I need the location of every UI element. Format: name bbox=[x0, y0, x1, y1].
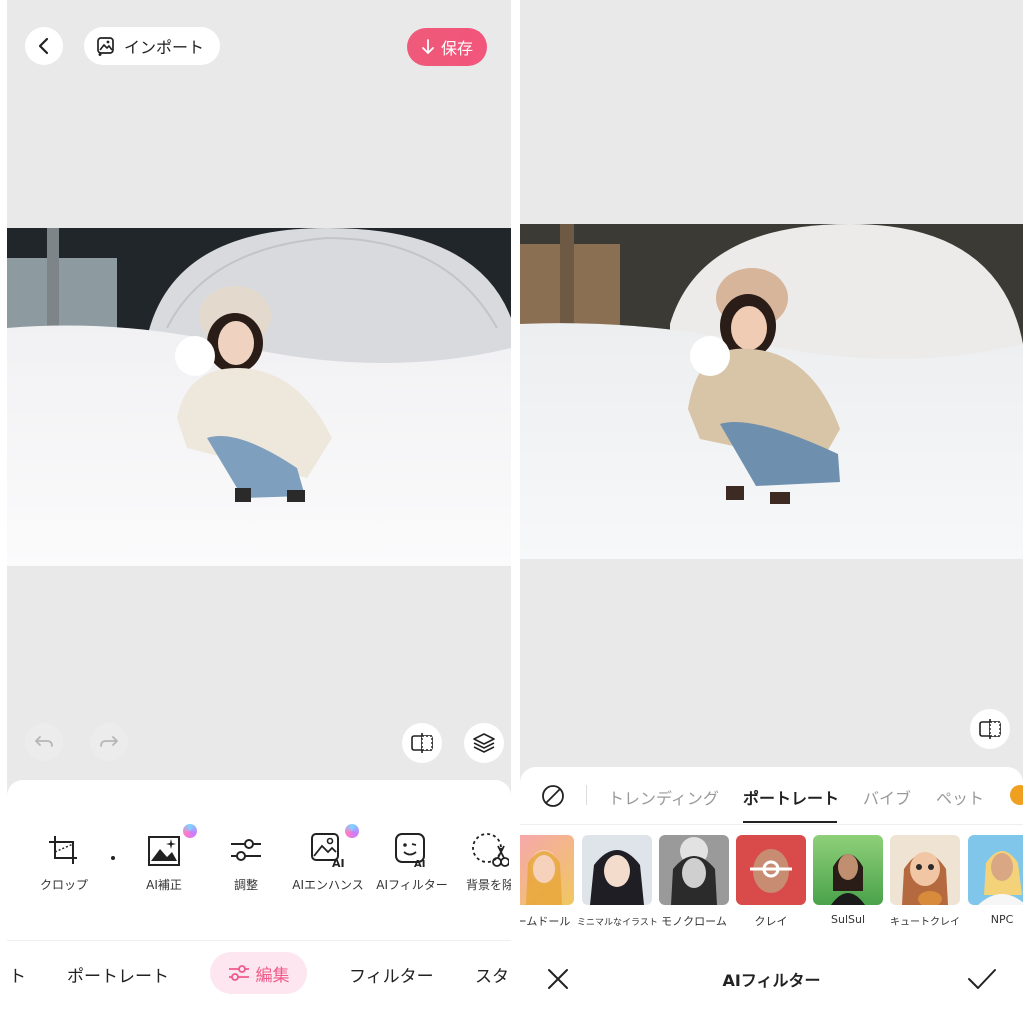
compare-icon bbox=[411, 733, 433, 753]
tab-edit[interactable]: 編集 bbox=[210, 952, 307, 994]
divider bbox=[586, 785, 587, 805]
redo-button[interactable] bbox=[90, 723, 128, 761]
tool-adjust[interactable]: 調整 bbox=[201, 830, 291, 893]
undo-button[interactable] bbox=[25, 723, 63, 761]
premium-badge-icon bbox=[345, 824, 359, 838]
filter-label: NPC bbox=[990, 913, 1014, 926]
save-label: 保存 bbox=[441, 39, 474, 58]
chevron-left-icon bbox=[38, 37, 49, 55]
mono-portrait-icon bbox=[671, 837, 717, 905]
category-tabs: トレンディング ポートレート バイブ ペット bbox=[520, 767, 1023, 823]
tool-strip: クロップ AI補正 調整 AI AIエンハンス AI AIフィルター 背景を除 bbox=[7, 824, 511, 900]
filtered-photo bbox=[520, 224, 1023, 559]
filter-thumb-cute-clay[interactable] bbox=[890, 835, 960, 905]
category-vibe[interactable]: バイブ bbox=[863, 785, 911, 809]
filter-thumb-minimal-illust[interactable] bbox=[582, 835, 652, 905]
layers-button[interactable] bbox=[464, 723, 504, 763]
tool-label: 背景を除 bbox=[465, 878, 511, 892]
image-ai-icon: AI bbox=[311, 833, 345, 868]
tool-ai-correction[interactable]: AI補正 bbox=[119, 824, 209, 893]
svg-text:AI: AI bbox=[332, 857, 345, 868]
filter-thumb-clay[interactable] bbox=[736, 835, 806, 905]
cut-background-icon bbox=[472, 833, 509, 867]
npc-portrait-icon bbox=[978, 851, 1023, 905]
filter-thumb-npc[interactable] bbox=[968, 835, 1023, 905]
edit-tools-sheet: クロップ AI補正 調整 AI AIエンハンス AI AIフィルター 背景を除 … bbox=[7, 780, 511, 1022]
filter-label: SulSul bbox=[830, 913, 866, 926]
redo-icon bbox=[100, 736, 119, 747]
filter-label: ミニマルなイラスト bbox=[577, 918, 658, 928]
mode-tabs: ト ポートレート 編集 フィルター スタ bbox=[7, 952, 511, 996]
image-sparkle-icon bbox=[148, 836, 180, 866]
tab-filter[interactable]: フィルター bbox=[349, 962, 434, 987]
apply-button[interactable] bbox=[967, 967, 997, 995]
active-category-indicator bbox=[743, 821, 837, 823]
svg-text:AI: AI bbox=[414, 859, 425, 868]
save-button[interactable]: 保存 bbox=[407, 28, 488, 66]
undo-icon bbox=[34, 736, 53, 747]
divider bbox=[7, 940, 511, 941]
compare-button[interactable] bbox=[970, 709, 1010, 749]
tool-label: AIフィルター bbox=[376, 878, 448, 892]
anime-portrait-icon bbox=[590, 850, 644, 905]
sliders-icon bbox=[228, 965, 249, 981]
cute-clay-portrait-icon bbox=[902, 852, 948, 905]
download-arrow-icon bbox=[422, 39, 434, 55]
import-image-icon bbox=[97, 37, 114, 56]
premium-badge-icon bbox=[183, 824, 197, 838]
compare-icon bbox=[979, 719, 1001, 739]
crop-icon bbox=[49, 836, 77, 864]
category-portrait[interactable]: ポートレート bbox=[743, 785, 839, 809]
category-more-icon[interactable] bbox=[1010, 785, 1023, 805]
no-filter-button[interactable] bbox=[540, 783, 566, 813]
tool-crop[interactable]: クロップ bbox=[19, 830, 109, 893]
tool-ai-enhance[interactable]: AI AIエンハンス bbox=[283, 824, 373, 893]
check-icon bbox=[968, 969, 996, 989]
layers-icon bbox=[473, 733, 495, 753]
clay-portrait-icon bbox=[750, 849, 792, 893]
filter-thumb-monochrome[interactable] bbox=[659, 835, 729, 905]
edited-photo bbox=[7, 228, 511, 566]
tab-partial[interactable]: ト bbox=[9, 962, 26, 987]
filter-label: モノクローム bbox=[661, 915, 727, 928]
tool-label: AI補正 bbox=[146, 878, 182, 892]
back-button[interactable] bbox=[25, 27, 63, 65]
filter-thumb-dream-doll[interactable] bbox=[520, 835, 574, 905]
filter-thumbnails: ームドール ミニマルなイラスト モノクローム クレイ SulSul キュートクレ… bbox=[520, 835, 1023, 935]
sims-portrait-icon bbox=[831, 854, 865, 905]
none-icon bbox=[542, 785, 564, 807]
tab-style-partial[interactable]: スタ bbox=[475, 962, 509, 987]
import-button[interactable]: インポート bbox=[84, 27, 221, 65]
tool-remove-background[interactable]: 背景を除 bbox=[445, 830, 511, 893]
ai-filter-sheet: トレンディング ポートレート バイブ ペット ームドール ミニマルなイラスト モ… bbox=[520, 767, 1023, 1022]
filter-label: ームドール bbox=[520, 915, 571, 928]
tab-edit-label: 編集 bbox=[255, 965, 290, 986]
tab-portrait[interactable]: ポートレート bbox=[67, 962, 169, 987]
divider bbox=[520, 824, 1023, 825]
doll-portrait-icon bbox=[526, 850, 562, 905]
footer-title: AIフィルター bbox=[722, 971, 821, 990]
import-label: インポート bbox=[124, 38, 205, 57]
editor-panel: インポート 保存 クロップ AI補正 調整 AI AIエンハンス AI AIフィ… bbox=[7, 0, 511, 1022]
filter-thumb-sulsul[interactable] bbox=[813, 835, 883, 905]
divider-dot bbox=[111, 856, 115, 860]
category-trending[interactable]: トレンディング bbox=[608, 785, 719, 809]
compare-button[interactable] bbox=[402, 723, 442, 763]
category-pet[interactable]: ペット bbox=[936, 785, 984, 809]
filter-label: クレイ bbox=[754, 915, 788, 928]
filter-footer: AIフィルター bbox=[520, 955, 1023, 1005]
tool-ai-filter[interactable]: AI AIフィルター bbox=[367, 830, 457, 893]
tool-label: AIエンハンス bbox=[292, 878, 364, 892]
ai-filter-panel: トレンディング ポートレート バイブ ペット ームドール ミニマルなイラスト モ… bbox=[520, 0, 1023, 1022]
face-ai-icon: AI bbox=[395, 833, 425, 868]
sliders-icon bbox=[231, 839, 261, 861]
filter-label: キュートクレイ bbox=[890, 917, 960, 928]
tool-label: クロップ bbox=[39, 878, 88, 892]
tool-label: 調整 bbox=[233, 878, 258, 892]
